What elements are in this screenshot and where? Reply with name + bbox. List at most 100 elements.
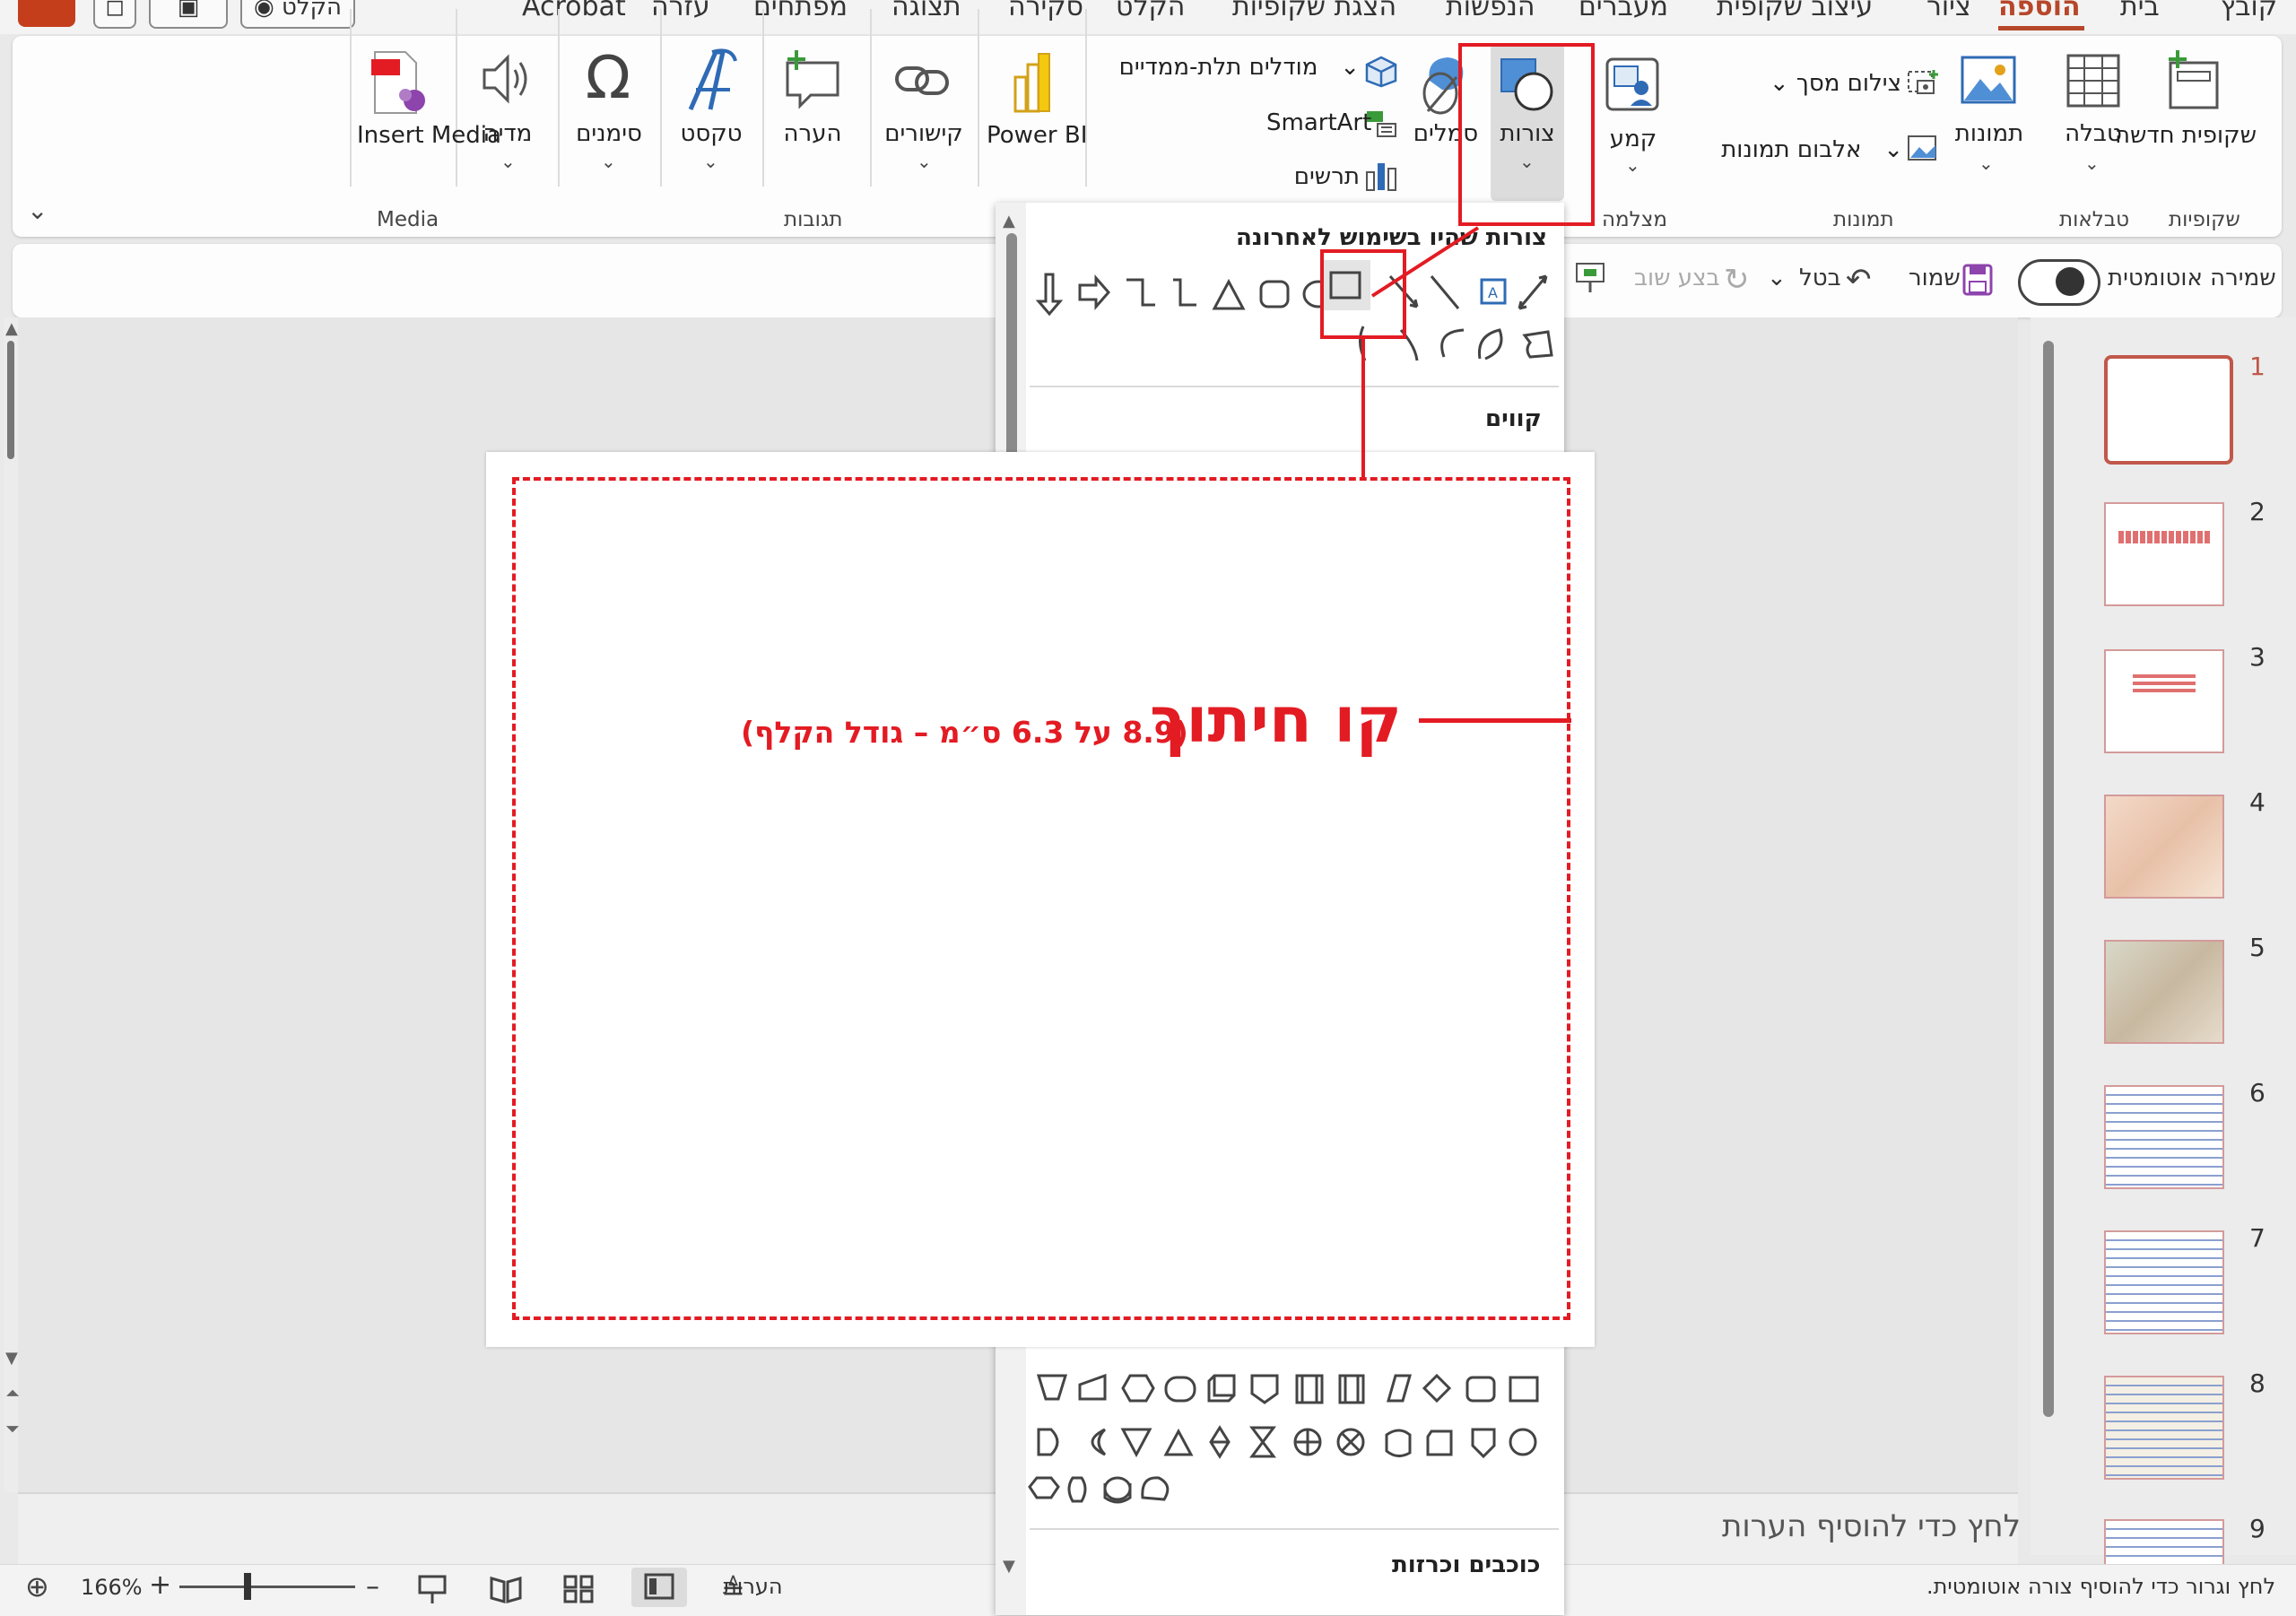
pictures-button[interactable]: תמונות: [1944, 120, 2034, 147]
screenshot-icon[interactable]: [1907, 68, 1939, 97]
undo-dropdown[interactable]: ⌄: [1767, 265, 1787, 291]
tab-home[interactable]: בית: [2120, 0, 2160, 22]
links-button[interactable]: קישורים: [877, 120, 970, 147]
slide-thumbnail-2[interactable]: [2104, 502, 2224, 606]
undo-button[interactable]: בטל: [1799, 265, 1841, 291]
app-quick-button[interactable]: [18, 0, 75, 27]
vertical-scrollbar-left[interactable]: [4, 317, 18, 1492]
tab-draw[interactable]: ציור: [1926, 0, 1971, 22]
redo-icon[interactable]: ↻: [1724, 262, 1750, 298]
tab-slideshow[interactable]: הצגת שקופיות: [1232, 0, 1396, 22]
zoom-slider-thumb[interactable]: [244, 1573, 251, 1600]
chevron-down-icon[interactable]: ⌄: [2084, 152, 2100, 174]
next-slide-icon[interactable]: ⏷: [5, 1417, 20, 1440]
present-icon[interactable]: [1575, 262, 1605, 294]
3d-models-button[interactable]: ⌄ מודלים תלת-ממדיים: [1112, 54, 1360, 81]
chart-button[interactable]: תרשים: [1274, 163, 1360, 190]
chevron-down-icon[interactable]: ⌄: [1979, 152, 1994, 174]
gallery-scrollbar-thumb[interactable]: [1006, 233, 1017, 457]
basic-shapes-grid[interactable]: [1028, 1363, 1559, 1521]
photo-album-icon[interactable]: [1907, 135, 1937, 161]
screenshot-button[interactable]: צילום מסך ⌄: [1758, 70, 1901, 97]
tab-transitions[interactable]: מעברים: [1578, 0, 1668, 22]
symbols-button[interactable]: סימנים: [569, 120, 649, 147]
autosave-toggle-knob: [2056, 267, 2084, 296]
comments-icon[interactable]: ◻: [93, 0, 136, 29]
smartart-button[interactable]: SmartArt: [1266, 109, 1371, 136]
slide-thumbnail-4[interactable]: [2104, 795, 2224, 899]
scroll-down-icon[interactable]: ▼: [5, 1349, 18, 1368]
notes-toggle-button[interactable]: הערות: [723, 1574, 783, 1599]
prev-slide-icon[interactable]: ⏶: [5, 1381, 20, 1404]
ribbon-separator: [978, 9, 979, 187]
zoom-in-button[interactable]: +: [149, 1569, 171, 1601]
table-icon[interactable]: [2066, 54, 2120, 108]
tab-acrobat[interactable]: Acrobat: [522, 0, 626, 22]
slide-thumbnail-5[interactable]: [2104, 940, 2224, 1044]
save-icon[interactable]: [1962, 264, 1993, 296]
thumbnail-scrollbar-thumb[interactable]: [2043, 341, 2054, 1417]
power-bi-icon[interactable]: [1013, 52, 1051, 113]
fit-to-window-icon[interactable]: ⊕: [25, 1569, 49, 1603]
chevron-down-icon[interactable]: ⌄: [703, 151, 718, 172]
share-button[interactable]: ▣: [149, 0, 228, 29]
tab-design[interactable]: עיצוב שקופית: [1717, 0, 1873, 22]
save-button[interactable]: שמור: [1909, 265, 1961, 291]
zoom-level[interactable]: 166%: [81, 1575, 143, 1600]
slide-number: 9: [2249, 1514, 2266, 1543]
insert-media-icon[interactable]: [370, 50, 429, 117]
text-button[interactable]: טקסט: [671, 120, 752, 147]
tab-animations[interactable]: הנפשות: [1446, 0, 1535, 22]
chevron-down-icon[interactable]: ⌄: [917, 151, 932, 172]
power-bi-button[interactable]: Power BI: [987, 120, 1087, 151]
cameo-icon[interactable]: [1605, 57, 1659, 111]
comment-button[interactable]: הערה: [777, 120, 848, 147]
record-button[interactable]: הקלט ◉: [240, 0, 355, 29]
normal-view-button[interactable]: [631, 1568, 687, 1607]
slide-sorter-icon[interactable]: [561, 1571, 597, 1607]
reading-view-icon[interactable]: [488, 1571, 524, 1607]
omega-icon[interactable]: Ω: [579, 47, 637, 109]
slide-thumbnail-3[interactable]: [2104, 649, 2224, 753]
slideshow-icon[interactable]: [414, 1571, 450, 1607]
scrollbar-thumb[interactable]: [7, 341, 14, 459]
slide-number: 6: [2249, 1078, 2266, 1108]
tab-developer[interactable]: מפתחים: [753, 0, 848, 22]
chart-icon[interactable]: [1365, 160, 1397, 192]
new-slide-button[interactable]: שקופית חדשה: [2115, 120, 2257, 151]
tab-view[interactable]: תצוגה: [891, 0, 961, 22]
notes-placeholder[interactable]: לחץ כדי להוסיף הערות: [1722, 1508, 2021, 1544]
photo-album-button[interactable]: ⌄ אלבום תמונות: [1711, 136, 1903, 163]
slide-thumbnail-1[interactable]: [2104, 355, 2233, 465]
zoom-out-button[interactable]: –: [366, 1571, 379, 1603]
gallery-scroll-down-icon[interactable]: ▼: [1003, 1557, 1015, 1576]
chevron-down-icon[interactable]: ⌄: [1625, 154, 1640, 176]
slide-thumbnail-8[interactable]: [2104, 1376, 2224, 1480]
3d-cube-icon[interactable]: [1365, 56, 1397, 88]
new-slide-icon[interactable]: [2165, 50, 2222, 113]
gallery-scroll-up-icon[interactable]: ▲: [1003, 212, 1015, 230]
tab-file[interactable]: קובץ: [2221, 0, 2277, 22]
speaker-icon[interactable]: [479, 50, 536, 108]
zoom-slider-track[interactable]: [179, 1586, 355, 1588]
text-icon[interactable]: [685, 48, 739, 111]
chevron-down-icon[interactable]: ⌄: [601, 151, 616, 172]
link-icon[interactable]: [893, 56, 951, 106]
tab-review[interactable]: סקירה: [1008, 0, 1083, 22]
chevron-down-icon[interactable]: ⌄: [500, 151, 516, 172]
undo-icon[interactable]: ↶: [1846, 262, 1872, 298]
annotation-shapes-highlight: [1458, 43, 1595, 226]
scroll-up-icon[interactable]: ▲: [5, 319, 18, 338]
slide-thumbnail-9[interactable]: [2104, 1519, 2224, 1566]
tab-insert[interactable]: הוספה: [1998, 0, 2081, 22]
tab-record[interactable]: הקלט: [1116, 0, 1185, 22]
insert-media-button[interactable]: Insert Media: [357, 120, 501, 151]
new-comment-icon[interactable]: [784, 50, 841, 109]
redo-button[interactable]: בצע שוב: [1634, 265, 1720, 291]
collapse-ribbon-icon[interactable]: ⌄: [27, 195, 48, 225]
table-button[interactable]: טבלה: [2057, 120, 2129, 147]
slide-thumbnail-6[interactable]: [2104, 1085, 2224, 1189]
pictures-icon[interactable]: [1961, 56, 2016, 106]
slide-thumbnail-7[interactable]: [2104, 1230, 2224, 1334]
cameo-button[interactable]: קמע: [1602, 126, 1665, 152]
